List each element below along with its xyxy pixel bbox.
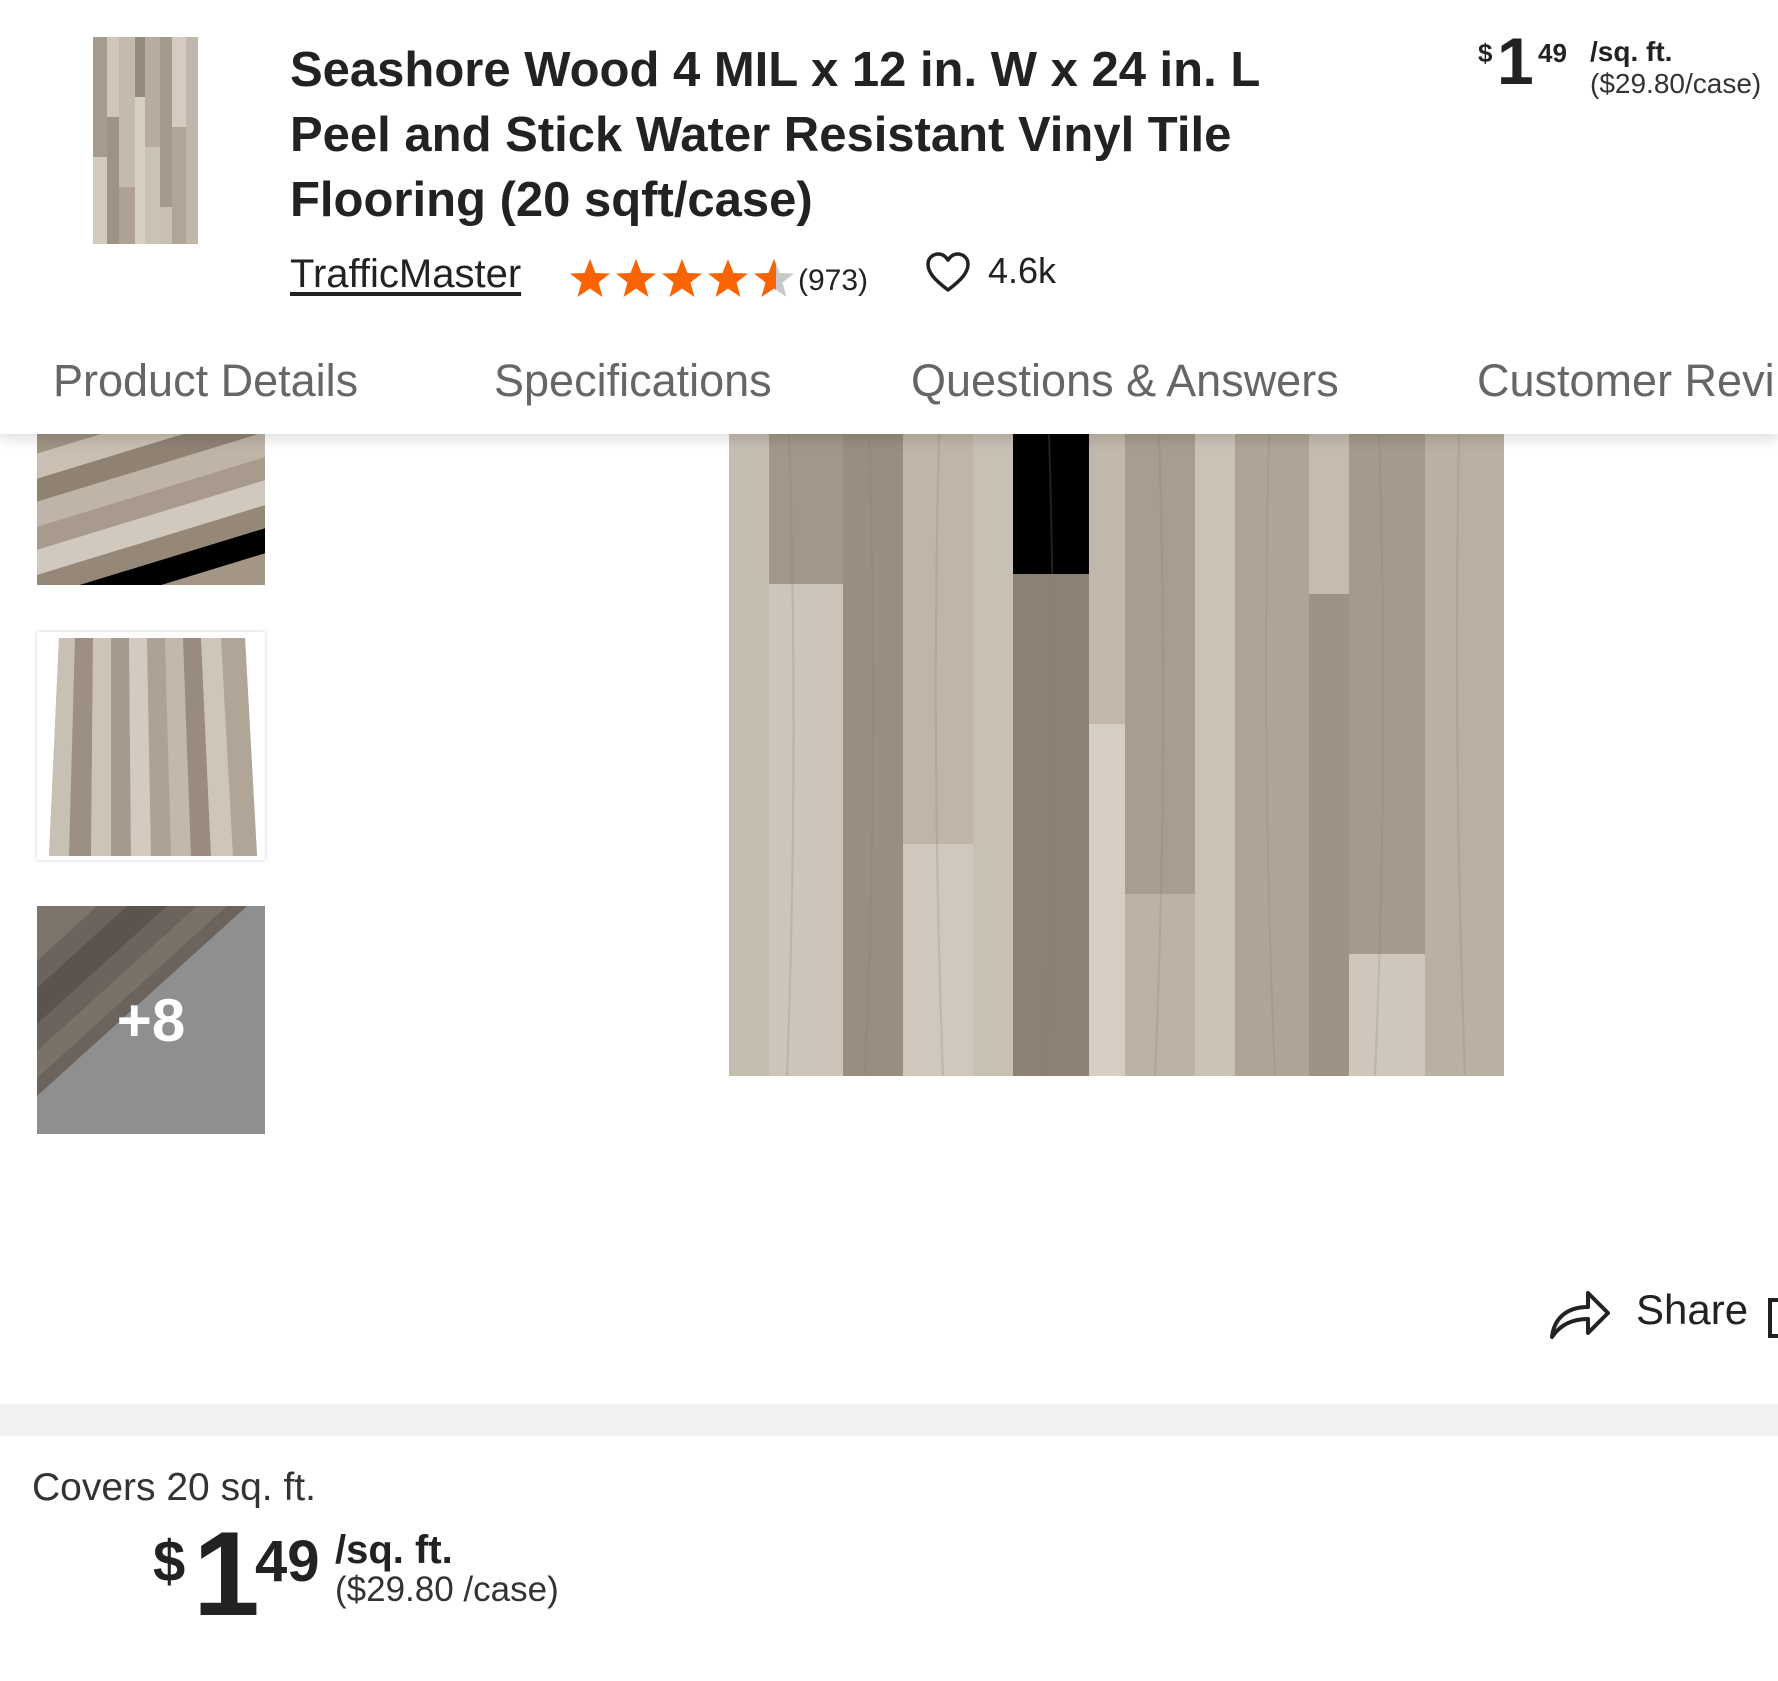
tab-specifications[interactable]: Specifications — [494, 355, 772, 407]
star-icon — [662, 259, 702, 297]
price-cents: 49 — [255, 1529, 320, 1594]
star-rating[interactable] — [568, 254, 798, 302]
product-title: Seashore Wood 4 MIL x 12 in. W x 24 in. … — [290, 43, 1260, 227]
price-unit: /sq. ft. — [335, 1528, 453, 1572]
share-icon — [1550, 1291, 1610, 1339]
star-icon — [708, 259, 748, 297]
header-product-thumbnail[interactable] — [93, 37, 198, 244]
product-tabs: Product Details Specifications Questions… — [0, 355, 1778, 423]
main-product-image[interactable] — [729, 434, 1504, 1076]
sticky-product-header: Seashore Wood 4 MIL x 12 in. W x 24 in. … — [0, 0, 1778, 434]
gallery-thumbnail[interactable] — [37, 632, 265, 860]
heart-icon[interactable] — [925, 250, 971, 296]
price-whole: 1 — [193, 1507, 260, 1641]
price-unit: /sq. ft. — [1590, 36, 1673, 67]
price-cents: 49 — [1538, 38, 1567, 68]
save-to-list-icon[interactable] — [1768, 1298, 1778, 1338]
more-images-count: +8 — [116, 987, 186, 1054]
tab-customer-reviews[interactable]: Customer Revi — [1477, 355, 1775, 407]
header-price: $ 1 49 /sq. ft. ($29.80/case) — [1478, 26, 1778, 110]
favorites-count: 4.6k — [988, 250, 1057, 291]
brand-rating-row: TrafficMaster (973) 4.6k — [290, 248, 1190, 308]
price-per-case: ($29.80/case) — [1590, 68, 1762, 99]
main-price: $ 1 49 /sq. ft. ($29.80 /case) — [153, 1512, 753, 1640]
price-dollar-sign: $ — [153, 1529, 186, 1594]
price-per-case: ($29.80 /case) — [335, 1570, 559, 1609]
section-divider — [0, 1404, 1778, 1436]
share-label: Share — [1636, 1286, 1749, 1333]
review-count[interactable]: (973) — [798, 264, 868, 298]
brand-link[interactable]: TrafficMaster — [290, 252, 521, 297]
price-whole: 1 — [1497, 24, 1534, 98]
star-icon — [616, 259, 656, 297]
gallery-more-thumbnail[interactable]: +8 — [37, 906, 265, 1134]
share-button[interactable]: Share — [1548, 1282, 1778, 1342]
coverage-text: Covers 20 sq. ft. — [32, 1466, 316, 1509]
star-icon — [570, 259, 610, 297]
tab-product-details[interactable]: Product Details — [53, 355, 358, 407]
tab-questions-answers[interactable]: Questions & Answers — [911, 355, 1339, 407]
price-dollar-sign: $ — [1478, 38, 1493, 68]
